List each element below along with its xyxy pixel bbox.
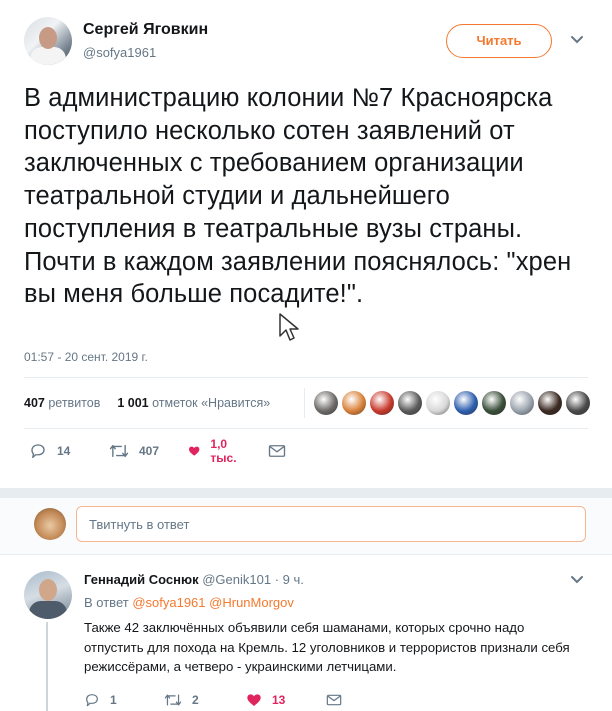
liker-avatar[interactable] (454, 391, 478, 415)
divider (304, 388, 305, 418)
reply-input[interactable]: Твитнуть в ответ (76, 506, 586, 542)
heart-icon (247, 694, 261, 706)
comment-like-button[interactable]: 13 (246, 690, 285, 710)
liker-avatar[interactable] (314, 391, 338, 415)
comment-retweet-button[interactable]: 2 (164, 690, 199, 710)
liker-avatar[interactable] (342, 391, 366, 415)
comment-author-name[interactable]: Геннадий Соснюк (84, 572, 199, 587)
like-button[interactable]: 1,0 тыс. (188, 437, 242, 465)
liker-avatar[interactable] (426, 391, 450, 415)
reply-count: 14 (57, 444, 71, 458)
mouse-cursor-icon (279, 313, 299, 341)
comment-author-handle[interactable]: @Genik101 (202, 572, 271, 587)
envelope-icon (326, 694, 342, 706)
like-count: 1,0 тыс. (210, 437, 237, 465)
reply-to-prefix: В ответ (84, 595, 129, 610)
reply-icon (31, 444, 45, 459)
liker-avatar[interactable] (370, 391, 394, 415)
follow-button[interactable]: Читать (446, 24, 552, 58)
section-divider (0, 488, 612, 498)
author-avatar[interactable] (24, 17, 72, 65)
comment-text: Также 42 заключённых объявили себя шаман… (84, 620, 570, 674)
liker-avatar[interactable] (482, 391, 506, 415)
comment-header: Геннадий Соснюк @Genik101 · 9 ч. (84, 572, 304, 587)
main-tweet: Сергей Яговкин @sofya1961 Читать В админ… (0, 0, 612, 488)
comment-reply-count: 1 (110, 693, 117, 707)
comment-reply-button[interactable]: 1 (84, 690, 117, 710)
likes-count[interactable]: 1 001 (117, 396, 148, 410)
comment-reply-to: В ответ @sofya1961 @HrunMorgov (84, 595, 294, 610)
likes-label[interactable]: отметок «Нравится» (152, 396, 270, 410)
reply-composer: Твитнуть в ответ (0, 498, 612, 555)
liker-avatar[interactable] (566, 391, 590, 415)
current-user-avatar (34, 508, 66, 540)
retweet-button[interactable]: 407 (109, 441, 159, 461)
divider (24, 428, 588, 429)
comment-dm-button[interactable] (326, 690, 352, 710)
reply-button[interactable]: 14 (29, 441, 70, 461)
reply-to-link[interactable]: @sofya1961 (132, 595, 205, 610)
retweets-count[interactable]: 407 (24, 396, 45, 410)
comment-author-avatar[interactable] (24, 571, 72, 619)
comment-like-count: 13 (272, 693, 286, 707)
reply-icon (86, 694, 98, 707)
liker-avatar[interactable] (510, 391, 534, 415)
chevron-down-icon[interactable] (570, 575, 584, 585)
liker-avatar[interactable] (398, 391, 422, 415)
tweet-text: В администрацию колонии №7 Красноярска п… (24, 84, 572, 309)
divider (24, 377, 588, 378)
author-name[interactable]: Сергей Яговкин (83, 21, 208, 39)
retweet-count: 407 (139, 444, 160, 458)
retweet-icon (164, 694, 182, 706)
retweets-label[interactable]: ретвитов (48, 396, 100, 410)
liker-avatar[interactable] (538, 391, 562, 415)
chevron-down-icon[interactable] (570, 35, 584, 45)
retweet-icon (109, 444, 129, 458)
direct-message-button[interactable] (268, 441, 296, 461)
comment-retweet-count: 2 (192, 693, 199, 707)
tweet-stats: 407 ретвитов 1 001 отметок «Нравится» (24, 396, 270, 410)
reply-to-link[interactable]: @HrunMorgov (209, 595, 294, 610)
tweet-timestamp[interactable]: 01:57 - 20 сент. 2019 г. (24, 350, 148, 364)
author-handle[interactable]: @sofya1961 (83, 45, 156, 60)
heart-icon (189, 446, 200, 456)
comment-time[interactable]: · 9 ч. (275, 572, 304, 587)
thread-line (46, 622, 48, 711)
envelope-icon (268, 445, 286, 457)
